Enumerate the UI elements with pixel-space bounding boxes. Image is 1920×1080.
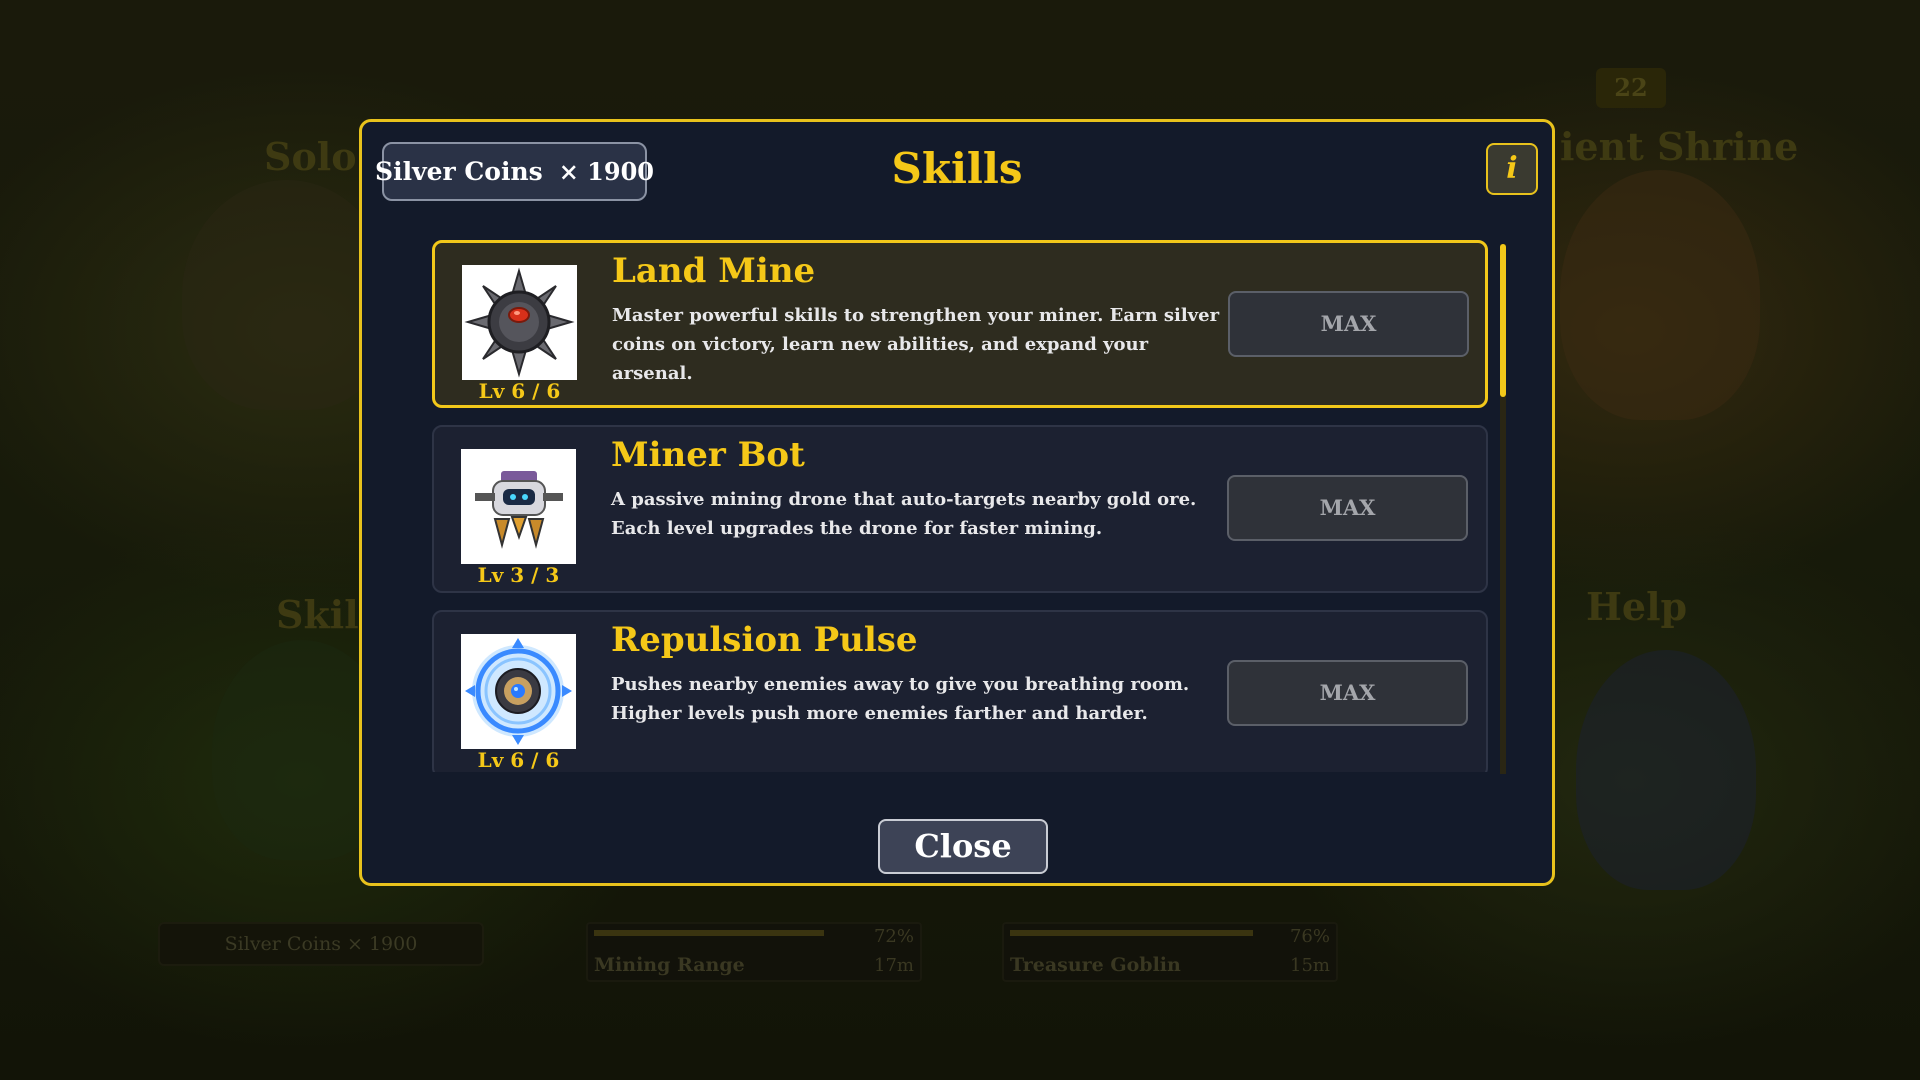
skill-name: Miner Bot (611, 435, 805, 475)
bg-progress-distance: 15m (1290, 955, 1330, 976)
bg-progress-label: Treasure Goblin (1010, 954, 1181, 976)
bg-progress-distance: 17m (874, 955, 914, 976)
skill-description: Pushes nearby enemies away to give you b… (611, 674, 1190, 724)
bg-progress-treasure-goblin: Treasure Goblin 76% 15m (1002, 922, 1338, 982)
skill-card-miner-bot[interactable]: Lv 3 / 3 Miner Bot A passive mining dron… (432, 425, 1488, 593)
bg-silver-coins: Silver Coins × 1900 (158, 922, 484, 966)
land-mine-icon (462, 265, 577, 380)
bg-progress-fill (1010, 930, 1253, 936)
bg-title-help: Help (1586, 584, 1688, 629)
skill-card-land-mine[interactable]: Lv 6 / 6 Land Mine Master powerful skill… (432, 240, 1488, 408)
bg-progress-percent: 72% (873, 926, 914, 947)
max-button[interactable]: MAX (1227, 660, 1468, 726)
repulsion-pulse-icon (461, 634, 576, 749)
miner-bot-icon (461, 449, 576, 564)
skill-name: Repulsion Pulse (611, 620, 918, 660)
skills-modal: Silver Coins × 1900 Skills i Lv 6 / 6 La… (359, 119, 1555, 886)
bg-progress-mining-range: Mining Range 72% 17m (586, 922, 922, 982)
skill-level: Lv 6 / 6 (477, 748, 560, 772)
bg-progress-label: Mining Range (594, 954, 745, 976)
info-button[interactable]: i (1486, 143, 1538, 195)
close-button[interactable]: Close (878, 819, 1048, 874)
skill-list[interactable]: Lv 6 / 6 Land Mine Master powerful skill… (432, 240, 1500, 772)
skill-level: Lv 6 / 6 (478, 379, 561, 403)
shrine-building-icon[interactable] (1560, 170, 1760, 420)
skill-list-scrollbar-thumb[interactable] (1500, 244, 1506, 397)
max-button[interactable]: MAX (1228, 291, 1469, 357)
bg-title-skills: Skil (276, 592, 359, 637)
skill-card-repulsion-pulse[interactable]: Lv 6 / 6 Repulsion Pulse Pushes nearby e… (432, 610, 1488, 772)
skill-name: Land Mine (612, 251, 816, 291)
bg-progress-fill (594, 930, 824, 936)
modal-title: Skills (891, 144, 1023, 193)
skill-description: Master powerful skills to strengthen you… (612, 305, 1220, 384)
bg-progress-percent: 76% (1289, 926, 1330, 947)
bg-title-shrine: ient Shrine (1560, 124, 1799, 169)
skill-description: A passive mining drone that auto-targets… (611, 489, 1197, 539)
bg-title-solo: Solo (264, 134, 357, 179)
wizard-help-icon[interactable] (1576, 650, 1756, 890)
max-button[interactable]: MAX (1227, 475, 1468, 541)
skill-level: Lv 3 / 3 (477, 563, 560, 587)
bg-level-badge: 22 (1596, 68, 1666, 108)
